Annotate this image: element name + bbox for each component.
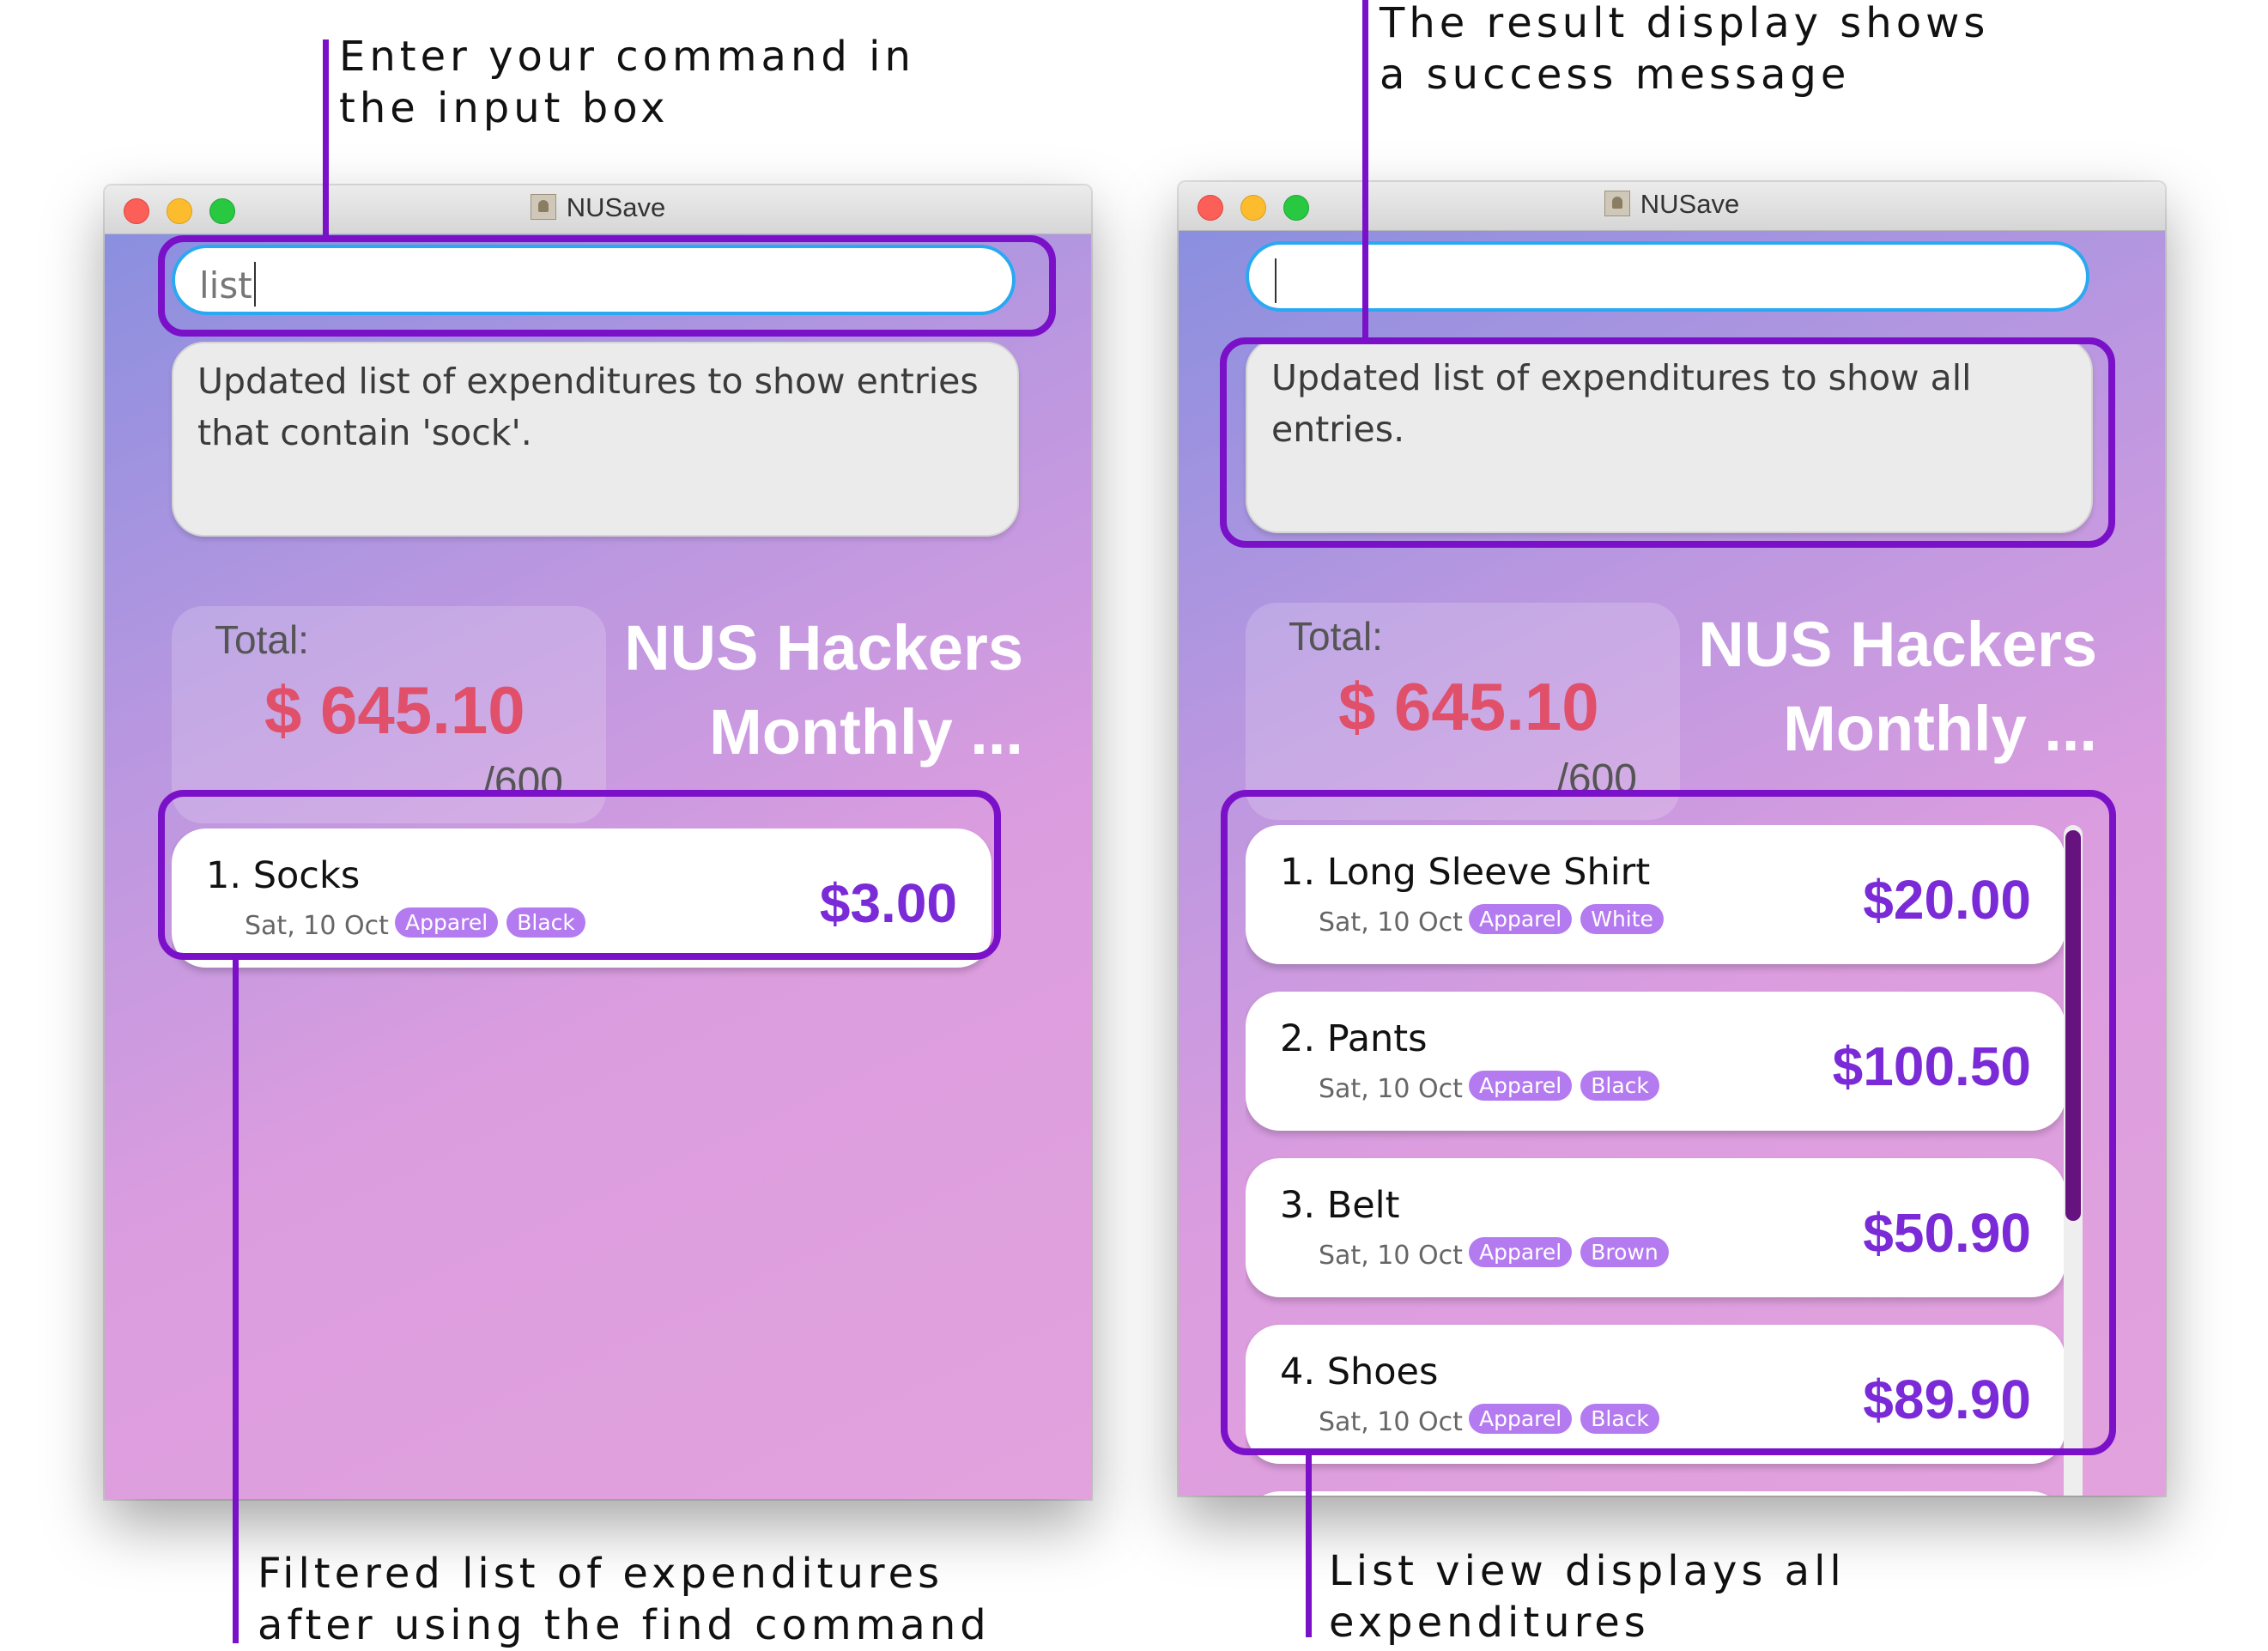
highlight-filtered-list: [158, 790, 1001, 960]
annotation-line-result: [1362, 0, 1368, 340]
highlight-list-view: [1221, 790, 2116, 1455]
annotation-filtered-list: Filtered list of expenditures after usin…: [258, 1550, 991, 1649]
annotation-line-filtered: [233, 960, 239, 1643]
app-icon: [530, 194, 556, 220]
highlight-input-box: [158, 235, 1056, 337]
total-label: Total:: [1289, 614, 1383, 659]
expenditure-card-partial[interactable]: [1246, 1491, 2065, 1496]
result-display: Updated list of expenditures to show ent…: [172, 342, 1019, 537]
annotation-line-input: [323, 39, 329, 237]
annotation-line-list: [1306, 1455, 1312, 1637]
highlight-result-display: [1220, 337, 2115, 548]
annotation-list-view: List view displays all expenditures: [1329, 1547, 1846, 1647]
total-label: Total:: [215, 617, 309, 662]
text-caret: [1275, 258, 1277, 303]
list-title: NUS Hackers Monthly ...: [1698, 609, 2097, 764]
title-bar: NUSave: [1179, 182, 2165, 231]
window-title-text: NUSave: [566, 192, 666, 222]
total-card: Total: $ 645.10 /600: [1246, 603, 1680, 820]
annotation-result-display: The result display shows a success messa…: [1380, 0, 1990, 99]
title-bar: NUSave: [105, 185, 1091, 234]
window-title: NUSave: [105, 192, 1091, 223]
total-amount: $ 645.10: [1338, 669, 1599, 744]
total-amount: $ 645.10: [264, 672, 525, 748]
command-input[interactable]: [1246, 241, 2089, 312]
window-title-text: NUSave: [1640, 189, 1740, 219]
result-text: Updated list of expenditures to show ent…: [197, 361, 979, 453]
app-icon: [1604, 191, 1630, 216]
annotation-input-box: Enter your command in the input box: [339, 33, 915, 132]
window-title: NUSave: [1179, 189, 2165, 220]
list-title: NUS Hackers Monthly ...: [624, 612, 1023, 768]
